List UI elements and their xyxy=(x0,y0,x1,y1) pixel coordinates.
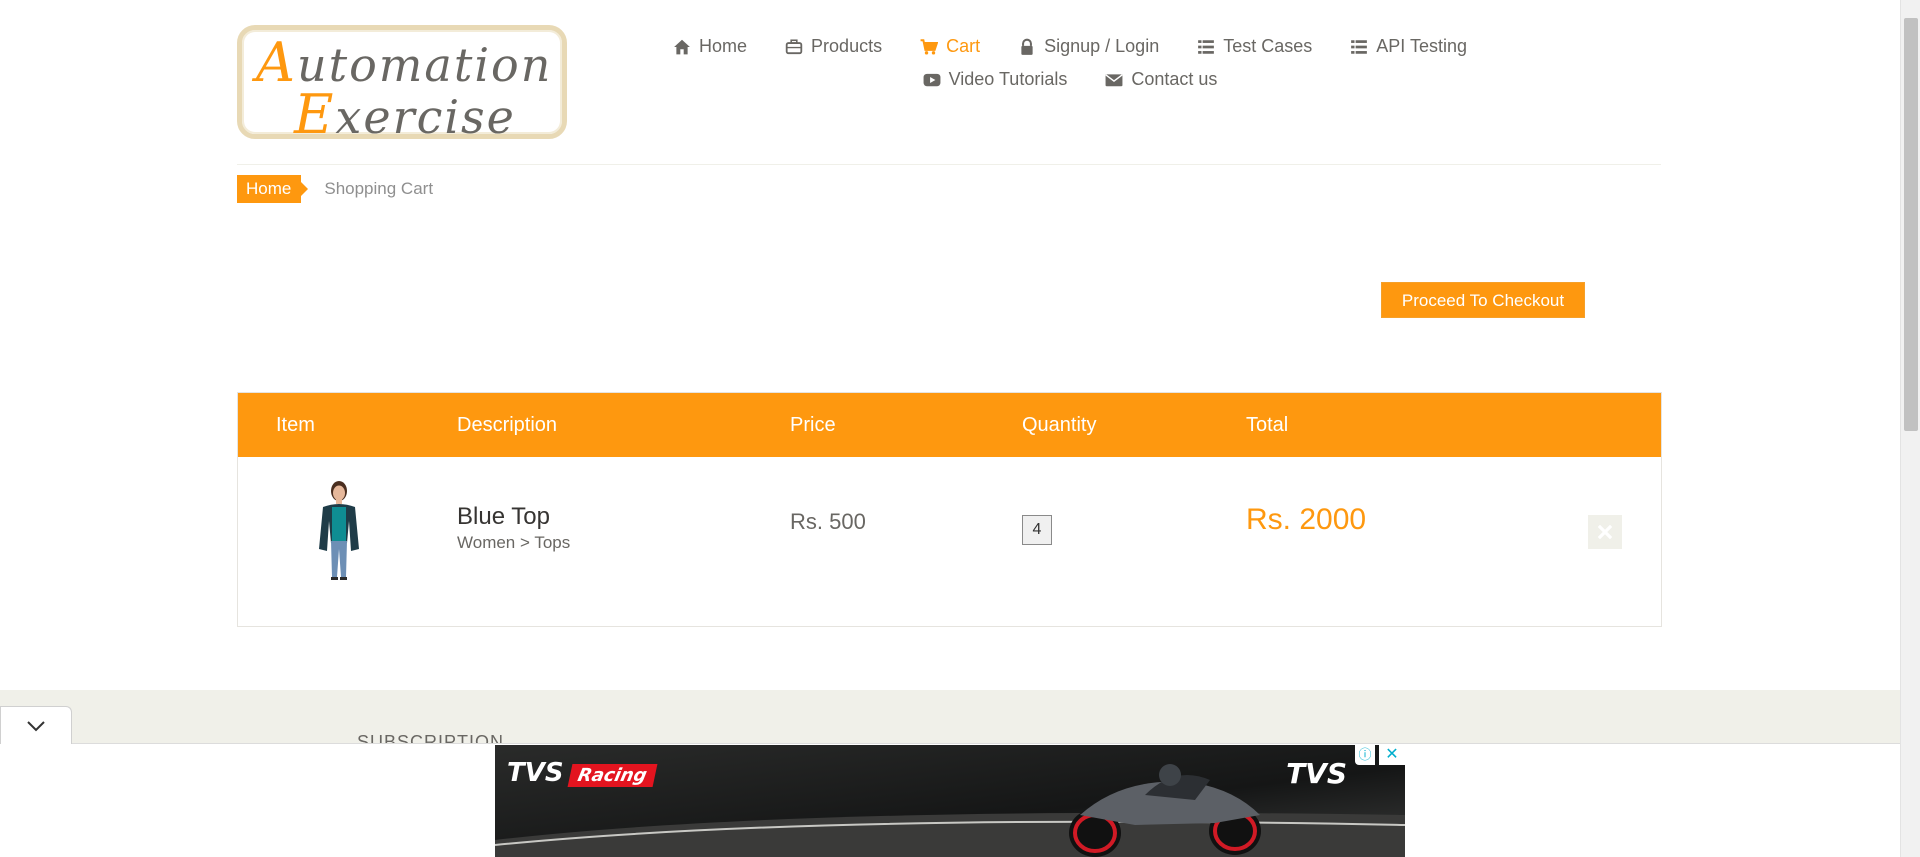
product-image[interactable] xyxy=(301,477,377,583)
ad-info-icon[interactable]: ⓘ xyxy=(1355,745,1375,765)
shopping-cart-icon xyxy=(920,38,939,55)
nav-test-cases[interactable]: Test Cases xyxy=(1197,36,1312,57)
chevron-down-icon xyxy=(27,720,45,731)
ad-collapse-button[interactable] xyxy=(0,706,72,744)
product-price: Rs. 500 xyxy=(790,509,866,534)
ad-brand-tag: Racing xyxy=(567,764,657,787)
scrollbar-thumb[interactable] xyxy=(1904,18,1918,431)
vertical-scrollbar[interactable] xyxy=(1900,0,1920,857)
product-name-link[interactable]: Blue Top xyxy=(457,503,550,531)
list-icon xyxy=(1198,39,1215,54)
nav-api-testing-label: API Testing xyxy=(1376,36,1467,56)
column-header-quantity: Quantity xyxy=(1022,414,1097,436)
nav-home-label: Home xyxy=(699,36,748,56)
ad-close-icon[interactable]: ✕ xyxy=(1379,745,1405,765)
column-header-total: Total xyxy=(1246,414,1289,436)
nav-cart-label: Cart xyxy=(946,36,981,56)
ad-banner[interactable]: TVS Racing TVS ⓘ ✕ xyxy=(495,745,1405,857)
lock-icon xyxy=(1021,38,1033,55)
breadcrumb-current: Shopping Cart xyxy=(324,179,434,198)
nav-api-testing[interactable]: API Testing xyxy=(1350,36,1467,57)
nav-signup-login-label: Signup / Login xyxy=(1044,36,1160,56)
proceed-to-checkout-button[interactable]: Proceed To Checkout xyxy=(1381,282,1585,318)
breadcrumb-home-link[interactable]: Home xyxy=(237,175,309,203)
logo-line2-rest: xercise xyxy=(335,90,516,144)
breadcrumb: Home Shopping Cart xyxy=(237,175,433,203)
nav-home[interactable]: Home xyxy=(673,36,747,57)
list-icon xyxy=(1351,39,1368,54)
envelope-icon xyxy=(1105,73,1123,86)
cart-row: Blue Top Women > Tops Rs. 500 4 Rs. 2000 xyxy=(238,457,1661,627)
column-header-description: Description xyxy=(457,414,558,436)
nav-signup-login[interactable]: Signup / Login xyxy=(1018,36,1159,57)
site-logo[interactable]: Automation Exercise xyxy=(237,25,567,146)
nav-products-label: Products xyxy=(811,36,883,56)
product-total: Rs. 2000 xyxy=(1246,503,1367,536)
nav-video-tutorials-label: Video Tutorials xyxy=(948,69,1068,89)
product-category: Women > Tops xyxy=(457,533,571,552)
page: Automation Exercise Home Products Cart S… xyxy=(0,0,1920,857)
nav-contact-us-label: Contact us xyxy=(1131,69,1218,89)
ad-brand-left: TVS Racing xyxy=(507,758,657,788)
close-icon xyxy=(1598,525,1612,539)
nav-products[interactable]: Products xyxy=(785,36,882,57)
nav-cart[interactable]: Cart xyxy=(920,36,980,57)
delete-item-button[interactable] xyxy=(1588,515,1622,549)
header-divider xyxy=(237,164,1661,165)
nav-test-cases-label: Test Cases xyxy=(1223,36,1313,56)
column-header-item: Item xyxy=(276,414,315,436)
nav-contact-us[interactable]: Contact us xyxy=(1105,69,1217,90)
ad-brand-right: TVS xyxy=(1286,757,1347,790)
home-icon xyxy=(674,39,690,54)
logo-text: Automation Exercise xyxy=(256,31,553,146)
cart-table-header: Item Description Price Quantity Total xyxy=(238,393,1661,457)
cart-table: Item Description Price Quantity Total Bl… xyxy=(237,392,1662,627)
product-quantity: 4 xyxy=(1022,515,1052,545)
nav-video-tutorials[interactable]: Video Tutorials xyxy=(923,69,1068,90)
column-header-price: Price xyxy=(790,414,836,436)
youtube-play-icon xyxy=(923,73,941,86)
ad-brand-left-text: TVS xyxy=(507,758,564,788)
briefcase-icon xyxy=(785,38,803,54)
main-nav: Home Products Cart Signup / Login Test C… xyxy=(674,36,1467,90)
